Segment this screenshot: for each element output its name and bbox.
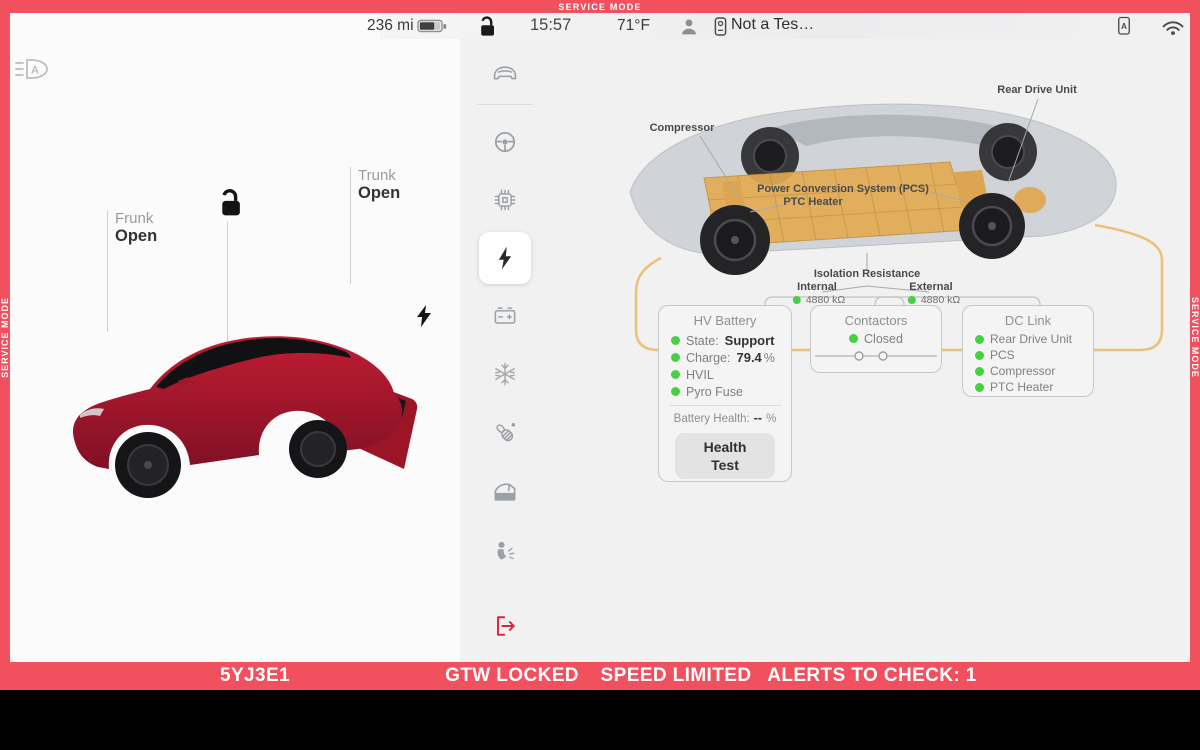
trunk-state: Open	[358, 184, 400, 203]
frunk-state: Open	[115, 227, 157, 246]
battery-level-icon	[417, 19, 448, 34]
sidebar-item-suspension[interactable]	[491, 419, 519, 447]
status-dot-green	[671, 336, 680, 345]
charge-port-icon[interactable]	[415, 304, 433, 328]
sidebar-item-thermal[interactable]	[491, 360, 519, 388]
clock: 15:57	[530, 16, 571, 35]
status-dot-green	[908, 296, 916, 304]
gtw-locked-flag: GTW LOCKED	[445, 665, 579, 687]
service-mode-banner-right: SERVICE MODE	[1190, 13, 1200, 662]
hv-battery-title: HV Battery	[659, 313, 791, 328]
sidebar-item-firmware-chip[interactable]	[491, 186, 519, 214]
wifi-icon[interactable]	[1160, 17, 1186, 36]
contactors-title: Contactors	[811, 313, 941, 328]
trunk-pointer-line	[350, 167, 351, 284]
dc-link-row: Rear Drive Unit	[975, 331, 1093, 347]
contactor-symbol	[811, 348, 941, 364]
status-dot-green	[793, 296, 801, 304]
dc-link-panel: DC Link Rear Drive Unit PCS Compressor	[962, 305, 1094, 397]
vin: 5YJ3E1	[220, 665, 290, 687]
battery-health-row: Battery Health: -- %	[659, 411, 791, 425]
frunk-label: Frunk	[115, 210, 157, 227]
hv-system-diagram: Compressor Rear Drive Unit Power Convers…	[545, 38, 1190, 662]
ptc-heater-label: PTC Heater	[783, 196, 842, 208]
hv-battery-panel: HV Battery State: Support Charge: 79.4 %	[658, 305, 792, 482]
contactors-panel: Contactors Closed	[810, 305, 942, 373]
contactors-state-row: Closed	[811, 330, 941, 347]
panel-divider	[669, 405, 781, 406]
dc-link-row: Compressor	[975, 363, 1093, 379]
lock-unlocked-icon[interactable]	[472, 14, 496, 38]
service-mode-left-label: SERVICE MODE	[0, 297, 10, 378]
status-dot-green	[671, 370, 680, 379]
isolation-external-label: External	[909, 281, 952, 293]
trunk-label: Trunk	[358, 167, 400, 184]
isolation-resistance-title: Isolation Resistance	[814, 268, 920, 280]
hv-charge-row: Charge: 79.4 %	[671, 349, 791, 366]
status-dot-green	[975, 383, 984, 392]
service-mode-banner-left: SERVICE MODE	[0, 13, 10, 662]
compressor-label: Compressor	[650, 122, 715, 134]
svg-text:A: A	[31, 65, 39, 77]
health-test-button[interactable]: Health Test	[675, 433, 775, 479]
status-dot-green	[849, 334, 858, 343]
key-fob-icon	[712, 16, 729, 37]
main-content: 236 mi 15:57 71°F Not a Tes… A	[10, 13, 1190, 662]
frunk-status[interactable]: Frunk Open	[115, 210, 157, 246]
driver-profile-icon[interactable]	[680, 18, 698, 36]
service-mode-banner-top: SERVICE MODE	[0, 0, 1200, 13]
speed-limited-flag: SPEED LIMITED	[601, 665, 752, 687]
sidebar-item-vehicle[interactable]	[491, 58, 519, 86]
dc-link-row: PTC Heater	[975, 379, 1093, 395]
service-status-bar: 5YJ3E1 GTW LOCKED SPEED LIMITED ALERTS T…	[0, 662, 1200, 690]
device-a-icon: A	[1115, 16, 1133, 37]
status-dot-green	[671, 387, 680, 396]
pcs-label: Power Conversion System (PCS)	[757, 183, 929, 195]
sidebar-item-lv-battery[interactable]	[491, 302, 519, 330]
sidebar-item-closures[interactable]	[491, 478, 519, 506]
rear-drive-unit-label: Rear Drive Unit	[997, 84, 1076, 96]
isolation-internal-label: Internal	[797, 281, 837, 293]
vehicle-unlocked-icon[interactable]	[210, 187, 242, 217]
hv-state-row: State: Support	[671, 332, 791, 349]
status-dot-green	[975, 367, 984, 376]
high-voltage-icon	[491, 244, 519, 272]
auto-headlight-icon: A	[14, 53, 52, 85]
hv-pyro-row: Pyro Fuse	[671, 383, 791, 400]
outside-temperature[interactable]: 71°F	[617, 17, 650, 35]
sidebar-item-airbag[interactable]	[491, 537, 519, 565]
service-mode-right-label: SERVICE MODE	[1190, 297, 1200, 378]
dc-link-row: PCS	[975, 347, 1093, 363]
status-dot-green	[975, 351, 984, 360]
sidebar-item-steering[interactable]	[491, 128, 519, 156]
service-mode-top-label: SERVICE MODE	[558, 2, 641, 12]
sidebar-divider	[477, 104, 533, 105]
vehicle-image	[60, 281, 420, 506]
taskbar: ‹ 69 › ♪ •••	[0, 690, 1200, 750]
status-dot-green	[975, 335, 984, 344]
svg-text:A: A	[1121, 22, 1127, 31]
profile-name[interactable]: Not a Tes…	[731, 16, 814, 34]
trunk-status[interactable]: Trunk Open	[358, 167, 400, 203]
range-value: 236 mi	[367, 17, 414, 35]
hv-hvil-row: HVIL	[671, 366, 791, 383]
dc-link-title: DC Link	[963, 313, 1093, 328]
alerts-flag[interactable]: ALERTS TO CHECK: 1	[767, 665, 977, 687]
status-dot-green	[671, 353, 680, 362]
sidebar-item-exit-service[interactable]	[491, 612, 519, 640]
screen: SERVICE MODE SERVICE MODE SERVICE MODE 2…	[0, 0, 1200, 750]
